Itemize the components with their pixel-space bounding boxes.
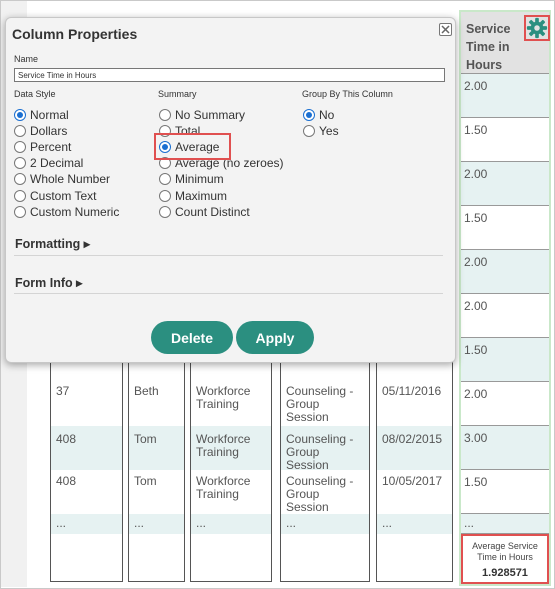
table-cell: Counseling - Group Session	[281, 426, 369, 472]
column-header[interactable]: Service Time in Hours	[461, 12, 550, 74]
summary-label: Average Service Time in Hours	[472, 541, 538, 562]
column-properties-dialog: Column Properties Name Data Style Summar…	[5, 17, 456, 363]
data-style-option-normal[interactable]: Normal	[14, 107, 69, 122]
table-cell: ...	[129, 514, 184, 534]
summary-option-minimum[interactable]: Minimum	[159, 171, 224, 186]
summary-option-maximum[interactable]: Maximum	[159, 188, 227, 203]
table-cell: 37	[56, 384, 70, 398]
apply-button[interactable]: Apply	[236, 321, 314, 354]
radio-icon	[159, 172, 171, 185]
table-cell: Tom	[134, 474, 157, 488]
dialog-title: Column Properties	[12, 26, 138, 42]
summary-heading: Summary	[158, 89, 197, 99]
table-cell: Counseling - Group Session	[286, 474, 354, 514]
summary-option-count-distinct[interactable]: Count Distinct	[159, 204, 250, 219]
option-label: 2 Decimal	[30, 155, 84, 170]
table-cell: ...	[377, 514, 452, 534]
group-by-heading: Group By This Column	[302, 89, 393, 99]
table-column-service: Counseling - Group Session Counseling - …	[280, 362, 370, 582]
table-column-program: Workforce Training Workforce Training Wo…	[190, 362, 272, 582]
radio-selected-icon	[303, 108, 315, 121]
data-style-option-custom-numeric[interactable]: Custom Numeric	[14, 204, 119, 219]
radio-icon	[303, 124, 315, 137]
table-cell: 1.50	[461, 338, 549, 382]
table-cell: 08/02/2015	[377, 426, 452, 470]
data-style-heading: Data Style	[14, 89, 56, 99]
data-style-option-custom-text[interactable]: Custom Text	[14, 188, 96, 203]
option-label: Custom Text	[30, 188, 97, 203]
formatting-section-toggle[interactable]: Formatting ▸	[15, 236, 90, 251]
table-cell: 1.50	[461, 206, 549, 250]
column-summary: Average Service Time in Hours 1.928571	[461, 534, 549, 584]
table-cell: ...	[51, 514, 122, 534]
radio-icon	[159, 189, 171, 202]
radio-icon	[14, 140, 26, 153]
table-column-date: 05/11/2016 08/02/2015 10/05/2017 ...	[376, 362, 453, 582]
option-label: Percent	[30, 139, 72, 154]
table-cell: 10/05/2017	[382, 474, 443, 488]
option-label: Dollars	[30, 123, 68, 138]
divider	[14, 293, 443, 294]
table-cell: 1.50	[461, 470, 549, 514]
radio-icon	[14, 189, 26, 202]
option-label: Count Distinct	[175, 204, 250, 219]
summary-option-no-summary[interactable]: No Summary	[159, 107, 245, 122]
column-settings-button[interactable]	[524, 15, 550, 41]
data-style-option-whole-number[interactable]: Whole Number	[14, 171, 110, 186]
table-cell: 2.00	[461, 250, 549, 294]
radio-icon	[14, 172, 26, 185]
table-cell: 408	[56, 474, 77, 488]
table-cell: Workforce Training	[196, 384, 251, 411]
form-info-section-toggle[interactable]: Form Info ▸	[15, 275, 82, 290]
table-cell: 2.00	[461, 382, 549, 426]
option-label: Minimum	[175, 171, 224, 186]
option-label: Whole Number	[30, 171, 111, 186]
table-cell: ...	[461, 514, 549, 534]
option-label: Yes	[319, 123, 339, 138]
table-column-name: Beth Tom Tom ...	[128, 362, 185, 582]
radio-icon	[14, 124, 26, 137]
option-label: No	[319, 107, 335, 122]
table-cell: 2.00	[461, 294, 549, 338]
table-cell: 2.00	[461, 162, 549, 206]
radio-icon	[14, 156, 26, 169]
divider	[14, 255, 443, 256]
table-cell: 408	[51, 426, 122, 470]
option-label: Maximum	[175, 188, 228, 203]
option-label: No Summary	[175, 107, 246, 122]
radio-icon	[159, 205, 171, 218]
table-cell: 05/11/2016	[382, 384, 442, 398]
delete-button[interactable]: Delete	[151, 321, 233, 354]
radio-icon	[14, 205, 26, 218]
group-by-option-no[interactable]: No	[303, 107, 334, 122]
table-cell: 2.00	[461, 74, 549, 118]
table-cell: ...	[281, 514, 369, 534]
radio-icon	[159, 108, 171, 121]
summary-value: 1.928571	[482, 567, 528, 579]
data-style-option-2-decimal[interactable]: 2 Decimal	[14, 155, 83, 170]
table-cell: 3.00	[461, 426, 549, 470]
table-column-id: 37 408 408 ...	[50, 362, 123, 582]
table-cell: Tom	[129, 426, 184, 470]
name-input[interactable]	[14, 68, 445, 82]
column-header-title: Service Time in Hours	[466, 22, 511, 72]
table-cell: ...	[191, 514, 271, 534]
group-by-option-yes[interactable]: Yes	[303, 123, 339, 138]
table-cell: Workforce Training	[191, 426, 271, 470]
data-style-option-percent[interactable]: Percent	[14, 139, 71, 154]
average-highlight	[154, 133, 231, 160]
data-style-option-dollars[interactable]: Dollars	[14, 123, 67, 138]
service-time-column: Service Time in Hours 2.00 1.50 2.00 1.5…	[459, 10, 551, 586]
table-cell: Counseling - Group Session	[286, 384, 354, 424]
gear-icon	[526, 17, 548, 39]
close-button[interactable]	[439, 23, 452, 36]
table-cell: 1.50	[461, 118, 549, 162]
name-label: Name	[14, 54, 39, 64]
option-label: Normal	[30, 107, 69, 122]
table-cell: Workforce Training	[196, 474, 251, 501]
close-icon	[441, 25, 450, 34]
radio-selected-icon	[14, 108, 26, 121]
table-cell: Beth	[134, 384, 159, 398]
option-label: Custom Numeric	[30, 204, 120, 219]
